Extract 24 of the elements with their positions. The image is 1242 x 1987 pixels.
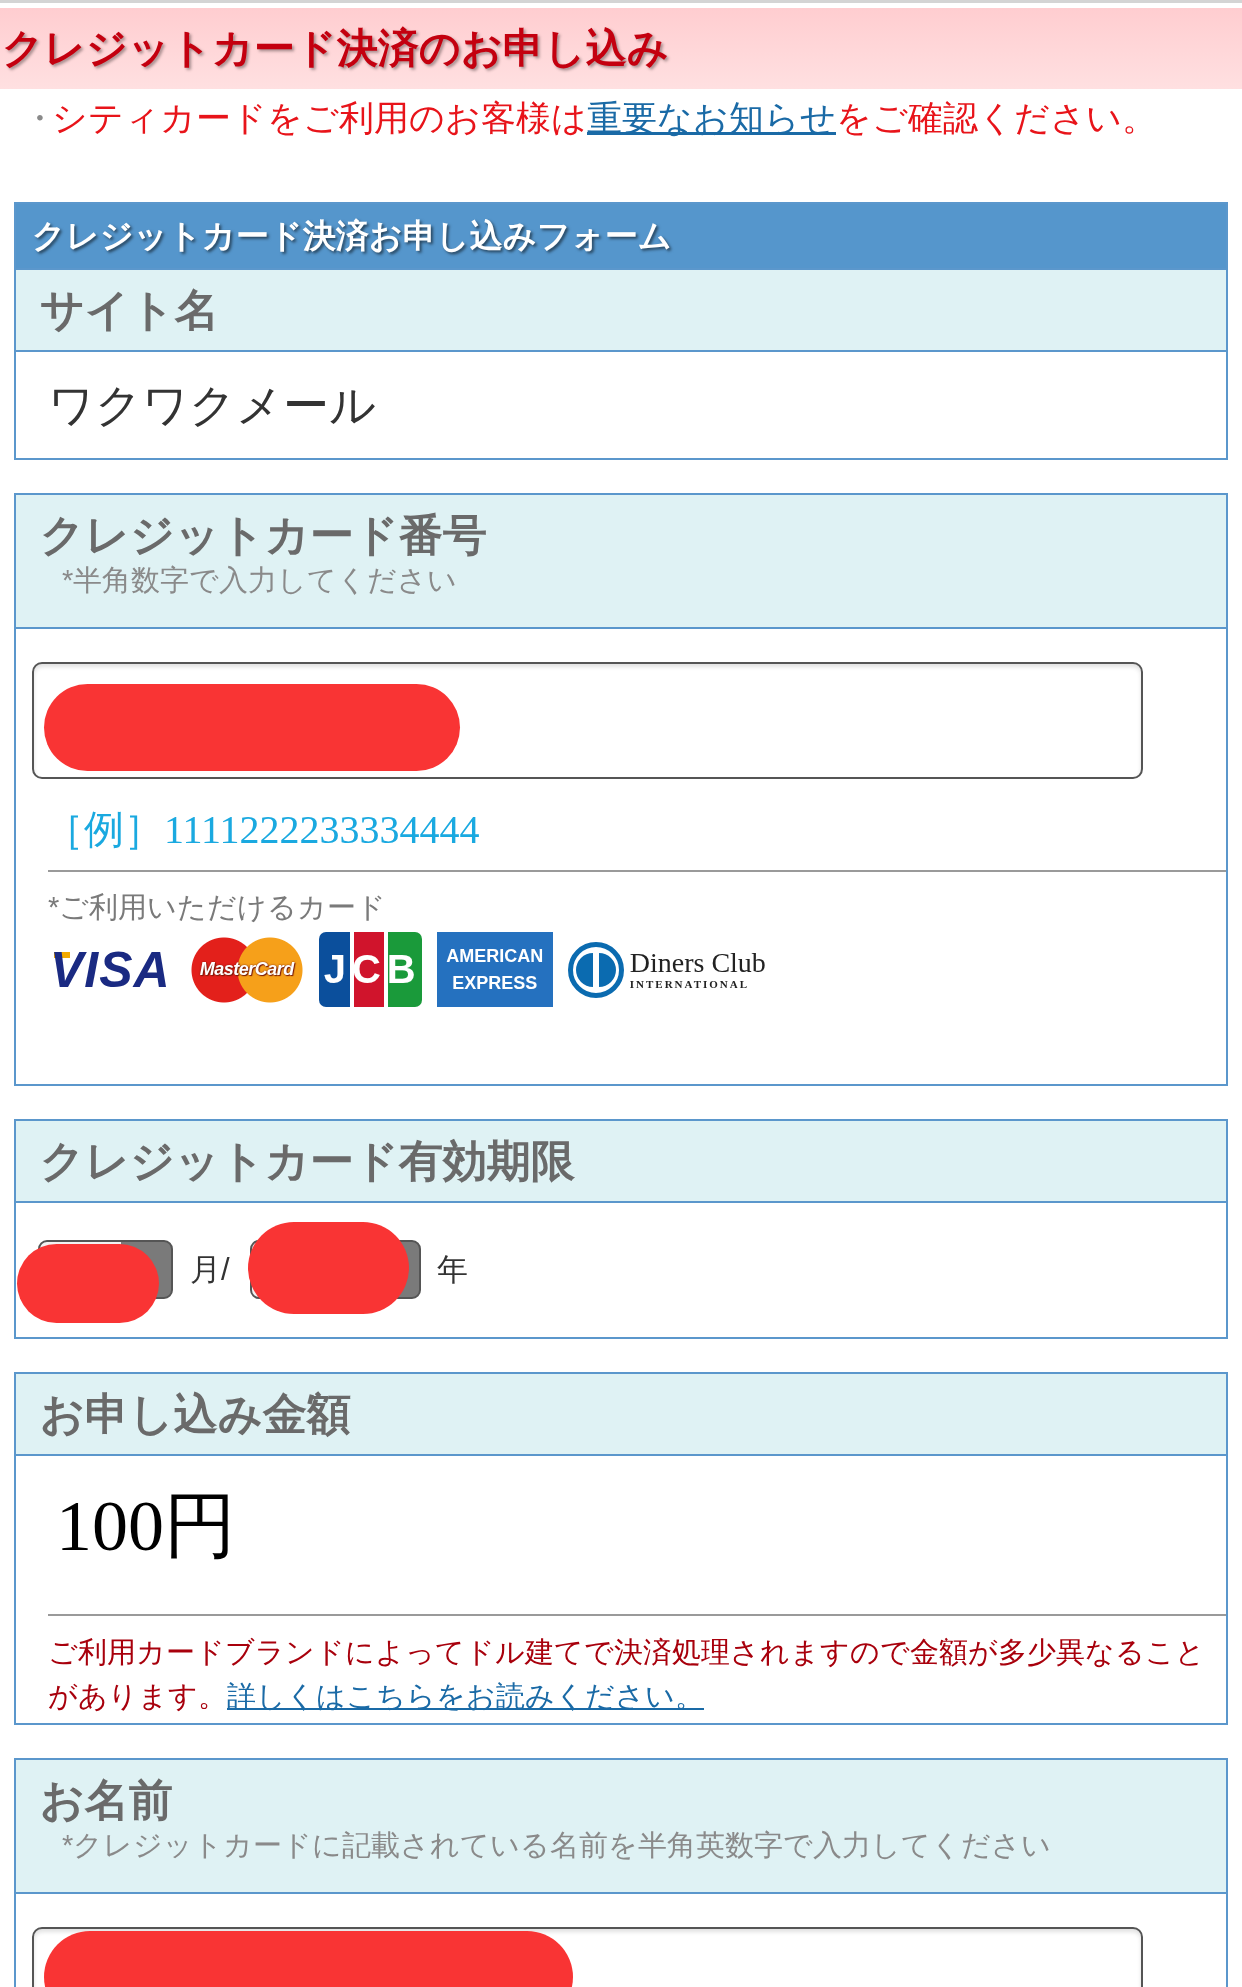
form-title: クレジットカード決済お申し込みフォーム [16,204,1226,268]
example-text: ［例］1111222233334444 [44,806,481,854]
unit-label: 年 [436,1251,468,1289]
card-brand-logo: AMERICAN EXPRESS [436,932,553,1007]
field-label: サイト名 [40,284,220,336]
cards-note: *ご利用いただけるカード [48,890,388,925]
field-label: お名前 [40,1774,174,1826]
amount-note: ご利用カードブランドによってドル建てで決済処理されますので金額が多少異なることがあります。詳しくはこちらをお読みください。 [48,1614,1226,1718]
ring-icon [567,941,624,998]
field-label: お申し込み金額 [40,1388,352,1440]
amount-text: 100円 [56,1485,237,1568]
page-title: クレジットカード決済のお申し込み [1,24,669,73]
card-number-field[interactable] [32,662,1143,779]
field-label: クレジットカード番号 [40,509,488,561]
site-name-text: ワクワクメール [48,378,377,433]
field-hint: *半角数字で入力してください [61,563,459,598]
details-link[interactable]: 詳しくはこちらをお読みください。 [227,1679,704,1712]
field-hint: *クレジットカードに記載されている名前を半角英数字で入力してください [61,1828,1053,1863]
notice-link[interactable]: 重要なお知らせ [587,98,836,137]
field-label: クレジットカード有効期限 [40,1135,576,1187]
unit-label: 月/ [190,1251,230,1289]
list-bullet: ・ [22,97,52,139]
brand-wordmark: Diners Club INTERNATIONAL [629,948,766,991]
notice-text: シティカードをご利用のお客様は重要なお知らせをご確認ください。 [52,97,1157,139]
